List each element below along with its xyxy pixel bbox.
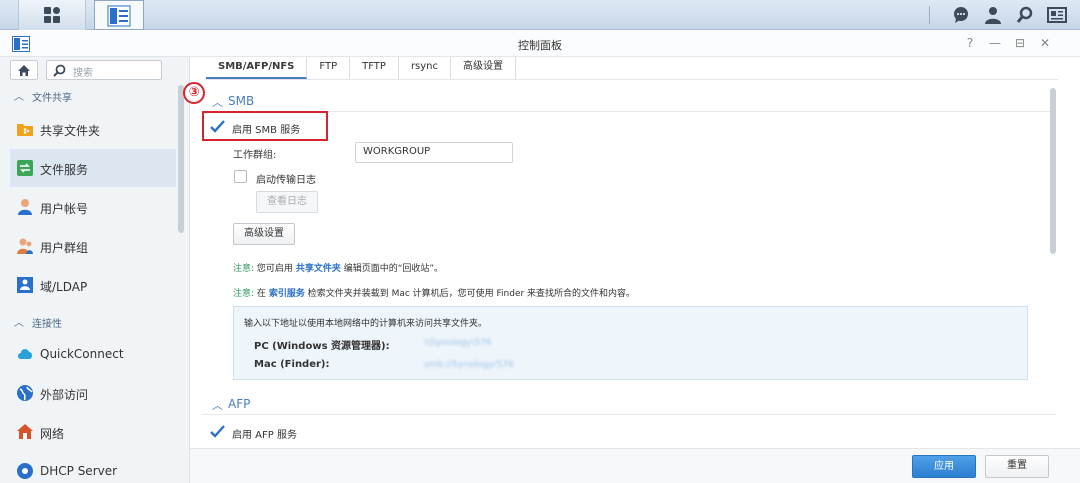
user-group-icon: [17, 238, 33, 254]
chevron-up-icon: ︿: [14, 318, 24, 329]
globe-icon: [17, 385, 33, 401]
transfer-log-label: 启动传输日志: [256, 175, 316, 186]
workgroup-label: 工作群组:: [233, 150, 277, 161]
control-panel-taskbar-button[interactable]: [94, 0, 144, 30]
tab-tftp[interactable]: TFTP: [350, 57, 399, 79]
sidebar-search-input[interactable]: 搜索: [46, 60, 162, 80]
mac-label: Mac (Finder):: [254, 359, 330, 370]
checkmark-icon: [210, 425, 225, 438]
sidebar-item-user-account[interactable]: 用户帐号: [10, 188, 176, 226]
user-icon: [18, 199, 32, 215]
tab-advanced[interactable]: 高级设置: [451, 57, 517, 79]
main-menu-button[interactable]: [18, 0, 86, 30]
tab-ftp[interactable]: FTP: [307, 57, 351, 79]
restore-button[interactable]: ⊟: [1013, 36, 1027, 50]
access-info-box: 输入以下地址以使用本地网络中的计算机来访问共享文件夹。 PC (Windows …: [233, 306, 1028, 380]
sidebar-item-domain-ldap[interactable]: 域/LDAP: [10, 266, 176, 304]
reset-button[interactable]: 重置: [985, 455, 1049, 478]
sidebar-scrollbar[interactable]: [178, 85, 184, 233]
network-icon: [17, 424, 33, 439]
taskbar-separator: [929, 6, 930, 24]
close-button[interactable]: ✕: [1038, 36, 1052, 50]
search-placeholder: 搜索: [73, 68, 93, 79]
window-titlebar: 控制面板 ? — ⊟ ✕: [0, 31, 1080, 57]
afp-section-divider: [202, 414, 1056, 415]
home-icon: [18, 64, 30, 76]
sidebar-item-external-access[interactable]: 外部访问: [10, 374, 176, 412]
enable-smb-label: 启用 SMB 服务: [232, 125, 301, 136]
note-recycle-bin: 注意: 您可启用 共享文件夹 编辑页面中的“回收站”。: [233, 264, 444, 274]
chevron-up-icon: ︿: [212, 399, 223, 412]
sidebar: 搜索 ︿ 文件共享 共享文件夹 文件服务 用户帐号 用户群组 域/LDAP ︿ …: [0, 57, 190, 483]
home-button[interactable]: [10, 60, 38, 80]
sidebar-item-network[interactable]: 网络: [10, 413, 176, 451]
content-scrollbar[interactable]: [1050, 88, 1056, 254]
apply-button[interactable]: 应用: [912, 455, 976, 478]
pc-label: PC (Windows 资源管理器):: [254, 341, 390, 352]
widgets-icon[interactable]: [1046, 4, 1068, 26]
user-icon[interactable]: [982, 4, 1004, 26]
chat-icon[interactable]: [950, 4, 972, 26]
tab-smb-afp-nfs[interactable]: SMB/AFP/NFS: [206, 57, 308, 79]
chevron-up-icon: ︿: [14, 92, 24, 103]
chevron-up-icon: ︿: [212, 96, 223, 109]
note-indexing: 注意: 在 索引服务 检索文件夹并装载到 Mac 计算机后，您可使用 Finde…: [233, 289, 636, 299]
taskbar: [0, 0, 1080, 30]
tab-rsync[interactable]: rsync: [399, 57, 452, 79]
quickconnect-icon: [18, 349, 32, 359]
sidebar-item-dhcp-server[interactable]: DHCP Server: [10, 452, 176, 483]
workgroup-input[interactable]: WORKGROUP: [355, 142, 513, 163]
search-icon[interactable]: [1014, 4, 1036, 26]
indexing-service-link[interactable]: 索引服务: [269, 289, 305, 299]
minimize-button[interactable]: —: [988, 36, 1002, 50]
grid-icon: [44, 7, 60, 23]
checkmark-icon: [210, 120, 225, 133]
pc-address[interactable]: \\Synology\576: [424, 338, 492, 348]
category-connectivity[interactable]: ︿ 连接性: [0, 311, 180, 331]
control-panel-icon: [107, 5, 131, 27]
smb-section-divider: [202, 111, 1056, 112]
shared-folder-link[interactable]: 共享文件夹: [296, 264, 341, 274]
tabs-divider: [206, 79, 1058, 80]
transfer-log-checkbox[interactable]: [234, 170, 247, 183]
file-services-icon: [17, 160, 33, 176]
enable-afp-checkbox[interactable]: [210, 425, 225, 438]
shared-folder-icon: [17, 124, 33, 136]
dhcp-icon: [17, 463, 33, 479]
view-log-button[interactable]: 查看日志: [256, 191, 318, 213]
enable-afp-label: 启用 AFP 服务: [232, 430, 297, 441]
category-file-sharing[interactable]: ︿ 文件共享: [0, 85, 180, 105]
enable-smb-checkbox[interactable]: [210, 120, 225, 133]
access-info-text: 输入以下地址以使用本地网络中的计算机来访问共享文件夹。: [244, 319, 488, 329]
tab-bar: SMB/AFP/NFS FTP TFTP rsync 高级设置: [206, 57, 517, 79]
search-icon: [53, 64, 66, 77]
sidebar-item-shared-folder[interactable]: 共享文件夹: [10, 110, 176, 148]
mac-address[interactable]: smb://Synology/576: [424, 360, 514, 370]
sidebar-item-quickconnect[interactable]: QuickConnect: [10, 335, 176, 373]
smb-advanced-button[interactable]: 高级设置: [233, 223, 295, 245]
sidebar-item-user-group[interactable]: 用户群组: [10, 227, 176, 265]
help-button[interactable]: ?: [963, 36, 977, 50]
sidebar-item-file-services[interactable]: 文件服务: [10, 149, 176, 187]
step-marker: ③: [183, 82, 205, 104]
window-title: 控制面板: [518, 39, 562, 52]
domain-icon: [17, 277, 33, 293]
